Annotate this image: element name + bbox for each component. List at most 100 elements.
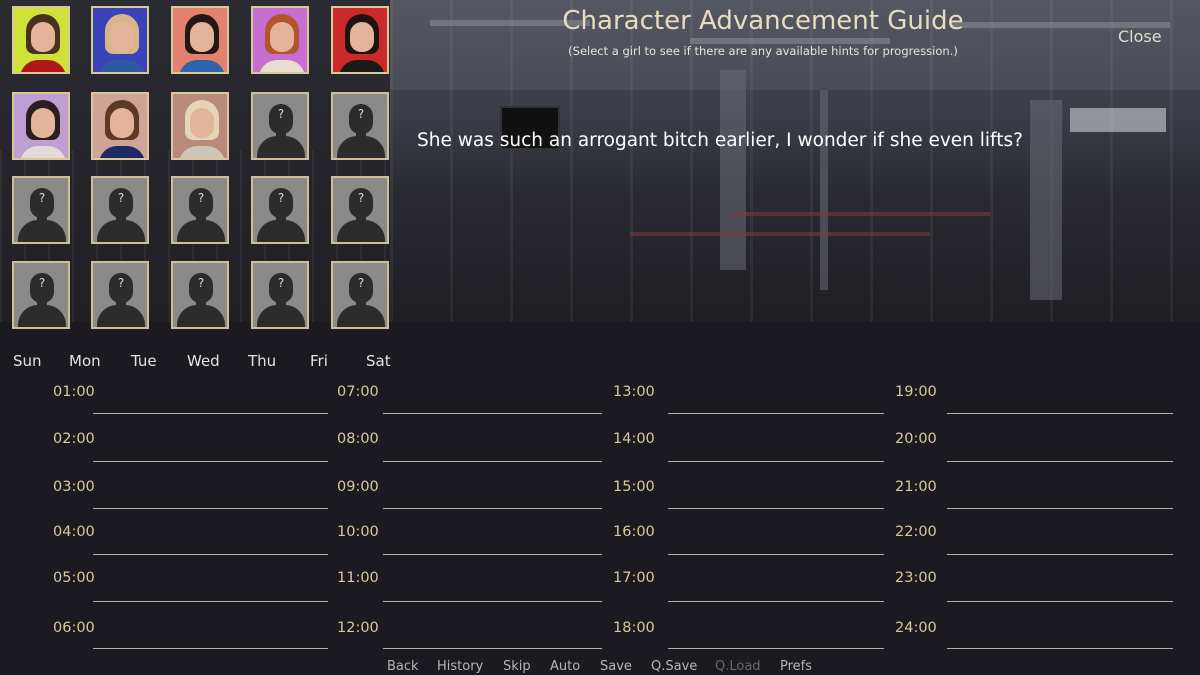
time-slot-entry	[383, 461, 602, 462]
time-slot-entry	[947, 413, 1173, 414]
question-mark: ?	[277, 107, 285, 121]
time-slot-entry	[947, 601, 1173, 602]
portrait-image	[93, 8, 147, 72]
character-portrait[interactable]	[331, 6, 389, 74]
quick-menu-save[interactable]: Save	[600, 659, 632, 674]
time-slot-entry	[93, 554, 328, 555]
character-portrait[interactable]	[171, 92, 229, 160]
question-mark: ?	[277, 191, 285, 205]
character-portrait[interactable]	[91, 6, 149, 74]
time-slot-entry	[668, 648, 884, 649]
locked-character-slot[interactable]: ?	[12, 176, 70, 244]
time-slot-label: 04:00	[53, 524, 95, 540]
portrait-image	[173, 94, 227, 158]
character-portrait[interactable]	[91, 92, 149, 160]
time-slot-label: 10:00	[337, 524, 379, 540]
time-slot-label: 01:00	[53, 384, 95, 400]
time-slot-entry	[93, 413, 328, 414]
time-slot-entry	[383, 508, 602, 509]
day-fri[interactable]: Fri	[310, 352, 328, 370]
locked-character-slot[interactable]: ?	[331, 92, 389, 160]
time-slot-entry	[947, 508, 1173, 509]
time-slot-label: 06:00	[53, 620, 95, 636]
time-slot-entry	[947, 461, 1173, 462]
page-title: Character Advancement Guide	[562, 6, 964, 36]
locked-character-slot[interactable]: ?	[251, 176, 309, 244]
time-slot-entry	[668, 413, 884, 414]
time-slot-entry	[947, 554, 1173, 555]
portrait-image	[14, 8, 68, 72]
day-mon[interactable]: Mon	[69, 352, 101, 370]
time-slot-label: 14:00	[613, 431, 655, 447]
day-tue[interactable]: Tue	[131, 352, 157, 370]
question-mark: ?	[357, 107, 365, 121]
quick-menu-back[interactable]: Back	[387, 659, 419, 674]
locked-character-slot[interactable]: ?	[171, 261, 229, 329]
quick-menu-history[interactable]: History	[437, 659, 483, 674]
time-slot-label: 21:00	[895, 479, 937, 495]
time-slot-entry	[93, 461, 328, 462]
time-slot-entry	[668, 601, 884, 602]
character-portrait[interactable]	[171, 6, 229, 74]
portrait-image	[333, 8, 387, 72]
time-slot-entry	[947, 648, 1173, 649]
locked-character-slot[interactable]: ?	[12, 261, 70, 329]
locked-character-slot[interactable]: ?	[251, 261, 309, 329]
time-slot-label: 02:00	[53, 431, 95, 447]
locked-character-slot[interactable]: ?	[91, 261, 149, 329]
time-slot-entry	[383, 601, 602, 602]
hint-text: She was such an arrogant bitch earlier, …	[417, 130, 1023, 151]
time-slot-entry	[93, 508, 328, 509]
day-sun[interactable]: Sun	[13, 352, 42, 370]
character-portrait[interactable]	[251, 6, 309, 74]
question-mark: ?	[277, 276, 285, 290]
locked-character-slot[interactable]: ?	[251, 92, 309, 160]
time-slot-label: 03:00	[53, 479, 95, 495]
time-slot-entry	[93, 648, 328, 649]
time-slot-entry	[383, 413, 602, 414]
time-slot-label: 08:00	[337, 431, 379, 447]
locked-character-slot[interactable]: ?	[91, 176, 149, 244]
time-slot-label: 23:00	[895, 570, 937, 586]
character-portrait[interactable]	[12, 92, 70, 160]
time-slot-label: 09:00	[337, 479, 379, 495]
question-mark: ?	[38, 276, 46, 290]
time-slot-label: 11:00	[337, 570, 379, 586]
time-slot-label: 13:00	[613, 384, 655, 400]
day-wed[interactable]: Wed	[187, 352, 220, 370]
question-mark: ?	[117, 276, 125, 290]
time-slot-entry	[668, 508, 884, 509]
close-button[interactable]: Close	[1118, 27, 1162, 46]
day-thu[interactable]: Thu	[248, 352, 276, 370]
question-mark: ?	[197, 191, 205, 205]
time-slot-label: 15:00	[613, 479, 655, 495]
quick-menu-prefs[interactable]: Prefs	[780, 659, 812, 674]
locked-character-slot[interactable]: ?	[171, 176, 229, 244]
portrait-image	[173, 8, 227, 72]
character-portrait[interactable]	[12, 6, 70, 74]
time-slot-entry	[383, 648, 602, 649]
time-slot-entry	[383, 554, 602, 555]
question-mark: ?	[117, 191, 125, 205]
question-mark: ?	[197, 276, 205, 290]
time-slot-label: 05:00	[53, 570, 95, 586]
time-slot-label: 17:00	[613, 570, 655, 586]
time-slot-entry	[668, 554, 884, 555]
time-slot-label: 24:00	[895, 620, 937, 636]
question-mark: ?	[357, 276, 365, 290]
quick-menu-q-save[interactable]: Q.Save	[651, 659, 697, 674]
time-slot-entry	[93, 601, 328, 602]
day-sat[interactable]: Sat	[366, 352, 391, 370]
quick-menu-skip[interactable]: Skip	[503, 659, 531, 674]
locked-character-slot[interactable]: ?	[331, 261, 389, 329]
time-slot-label: 20:00	[895, 431, 937, 447]
portrait-image	[253, 8, 307, 72]
time-slot-label: 16:00	[613, 524, 655, 540]
locked-character-slot[interactable]: ?	[331, 176, 389, 244]
portrait-image	[14, 94, 68, 158]
quick-menu-q-load[interactable]: Q.Load	[715, 659, 761, 674]
question-mark: ?	[38, 191, 46, 205]
portrait-image	[93, 94, 147, 158]
question-mark: ?	[357, 191, 365, 205]
quick-menu-auto[interactable]: Auto	[550, 659, 580, 674]
